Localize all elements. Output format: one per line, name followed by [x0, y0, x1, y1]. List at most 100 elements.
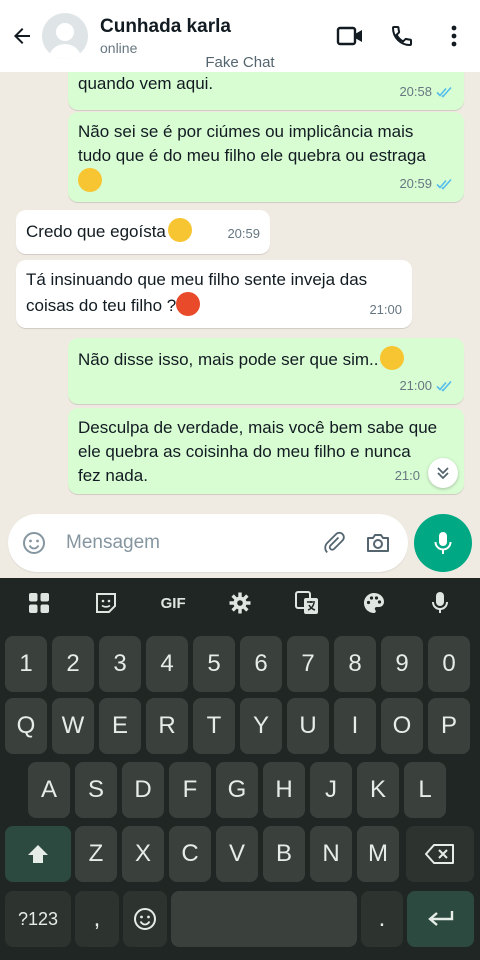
key-j[interactable]: J [310, 762, 352, 818]
slightly-smiling-face-emoji [380, 346, 405, 370]
attach-button[interactable] [312, 521, 356, 565]
emoji-key[interactable] [123, 891, 167, 947]
key-7[interactable]: 7 [287, 636, 329, 692]
voice-input-button[interactable] [420, 583, 460, 623]
message-text: Não disse isso, mais pode ser que sim.. [78, 350, 379, 369]
voice-message-button[interactable] [414, 514, 472, 572]
emoji-button[interactable] [12, 521, 56, 565]
attach-icon [324, 531, 345, 554]
sticker-button[interactable] [86, 583, 126, 623]
message-outgoing[interactable]: Não disse isso, mais pode ser que sim.. … [68, 338, 464, 404]
message-text: Desculpa de verdade, mais você bem sabe … [78, 418, 438, 485]
message-text: Credo que egoísta [26, 222, 166, 241]
emoji-key-icon [134, 908, 156, 930]
period-key[interactable]: . [361, 891, 403, 947]
symbols-key[interactable]: ?123 [5, 891, 71, 947]
translate-icon [294, 591, 318, 614]
avatar-head-shape [56, 23, 74, 41]
key-a[interactable]: A [28, 762, 70, 818]
translate-button[interactable] [287, 583, 327, 623]
contact-name: Cunhada karla [100, 16, 231, 37]
face-with-raised-eyebrow-emoji [167, 218, 192, 242]
key-6[interactable]: 6 [240, 636, 282, 692]
message-text: quando vem aqui. [78, 74, 214, 93]
key-1[interactable]: 1 [5, 636, 47, 692]
comma-key[interactable]: , [75, 891, 119, 947]
key-5[interactable]: 5 [193, 636, 235, 692]
key-0[interactable]: 0 [428, 636, 470, 692]
message-placeholder: Mensagem [66, 532, 160, 553]
apps-grid-button[interactable] [19, 583, 59, 623]
theme-button[interactable] [354, 583, 394, 623]
message-outgoing[interactable]: Não sei se é por ciúmes ou implicância m… [68, 112, 464, 202]
angry-face-emoji [176, 292, 201, 316]
message-time: 20:59 [227, 226, 260, 241]
emoji-icon [23, 532, 45, 554]
key-2[interactable]: 2 [52, 636, 94, 692]
key-n[interactable]: N [310, 826, 352, 882]
key-q[interactable]: Q [5, 698, 47, 754]
key-c[interactable]: C [169, 826, 211, 882]
gif-button[interactable]: GIF [153, 583, 193, 623]
scroll-to-bottom-button[interactable] [428, 458, 458, 488]
read-ticks-icon [436, 86, 452, 98]
settings-icon [229, 592, 251, 614]
key-9[interactable]: 9 [381, 636, 423, 692]
key-8[interactable]: 8 [334, 636, 376, 692]
chat-area[interactable]: quando vem aqui. 20:58 Não sei se é por … [0, 72, 480, 508]
contact-info[interactable]: Cunhada karla online [100, 16, 324, 56]
message-incoming[interactable]: Tá insinuando que meu filho sente inveja… [16, 260, 412, 328]
key-b[interactable]: B [263, 826, 305, 882]
phone-call-icon [391, 26, 412, 47]
key-o[interactable]: O [381, 698, 423, 754]
double-chevron-down-icon [437, 467, 449, 480]
key-g[interactable]: G [216, 762, 258, 818]
key-k[interactable]: K [357, 762, 399, 818]
space-bar[interactable] [171, 891, 357, 947]
key-z[interactable]: Z [75, 826, 117, 882]
key-y[interactable]: Y [240, 698, 282, 754]
message-incoming[interactable]: Credo que egoísta 20:59 [16, 210, 270, 254]
key-s[interactable]: S [75, 762, 117, 818]
theme-palette-icon [363, 593, 384, 613]
keyboard-row-numbers: 1 2 3 4 5 6 7 8 9 0 [0, 636, 480, 692]
key-d[interactable]: D [122, 762, 164, 818]
key-u[interactable]: U [287, 698, 329, 754]
soft-keyboard: GIF 1 2 3 4 5 6 7 8 9 0 Q W E R T Y U I … [0, 578, 480, 960]
key-l[interactable]: L [404, 762, 446, 818]
avatar[interactable] [42, 13, 88, 59]
voice-input-icon [432, 592, 449, 613]
key-r[interactable]: R [146, 698, 188, 754]
backspace-key[interactable] [406, 826, 474, 882]
microphone-icon [434, 532, 452, 554]
key-t[interactable]: T [193, 698, 235, 754]
key-m[interactable]: M [357, 826, 399, 882]
shift-icon [28, 845, 48, 863]
keyboard-row-bottom: Z X C V B N M [0, 826, 480, 882]
settings-button[interactable] [220, 583, 260, 623]
read-ticks-icon [436, 178, 452, 190]
key-3[interactable]: 3 [99, 636, 141, 692]
keyboard-row-space: ?123 , . [0, 891, 480, 947]
key-w[interactable]: W [52, 698, 94, 754]
key-4[interactable]: 4 [146, 636, 188, 692]
sticker-icon [96, 593, 117, 613]
key-e[interactable]: E [99, 698, 141, 754]
key-x[interactable]: X [122, 826, 164, 882]
message-outgoing[interactable]: Desculpa de verdade, mais você bem sabe … [68, 408, 464, 494]
enter-icon [427, 911, 453, 926]
key-f[interactable]: F [169, 762, 211, 818]
message-outgoing[interactable]: quando vem aqui. 20:58 [68, 72, 464, 110]
message-input[interactable]: Mensagem [8, 514, 408, 572]
camera-button[interactable] [356, 521, 400, 565]
key-i[interactable]: I [334, 698, 376, 754]
key-v[interactable]: V [216, 826, 258, 882]
key-p[interactable]: P [428, 698, 470, 754]
shift-key[interactable] [5, 826, 71, 882]
gif-label: GIF [160, 594, 186, 612]
keyboard-row-top: Q W E R T Y U I O P [0, 698, 480, 754]
key-h[interactable]: H [263, 762, 305, 818]
enter-key[interactable] [407, 891, 474, 947]
message-time: 21:00 [369, 302, 402, 317]
keyboard-row-home: A S D F G H J K L [0, 762, 480, 818]
